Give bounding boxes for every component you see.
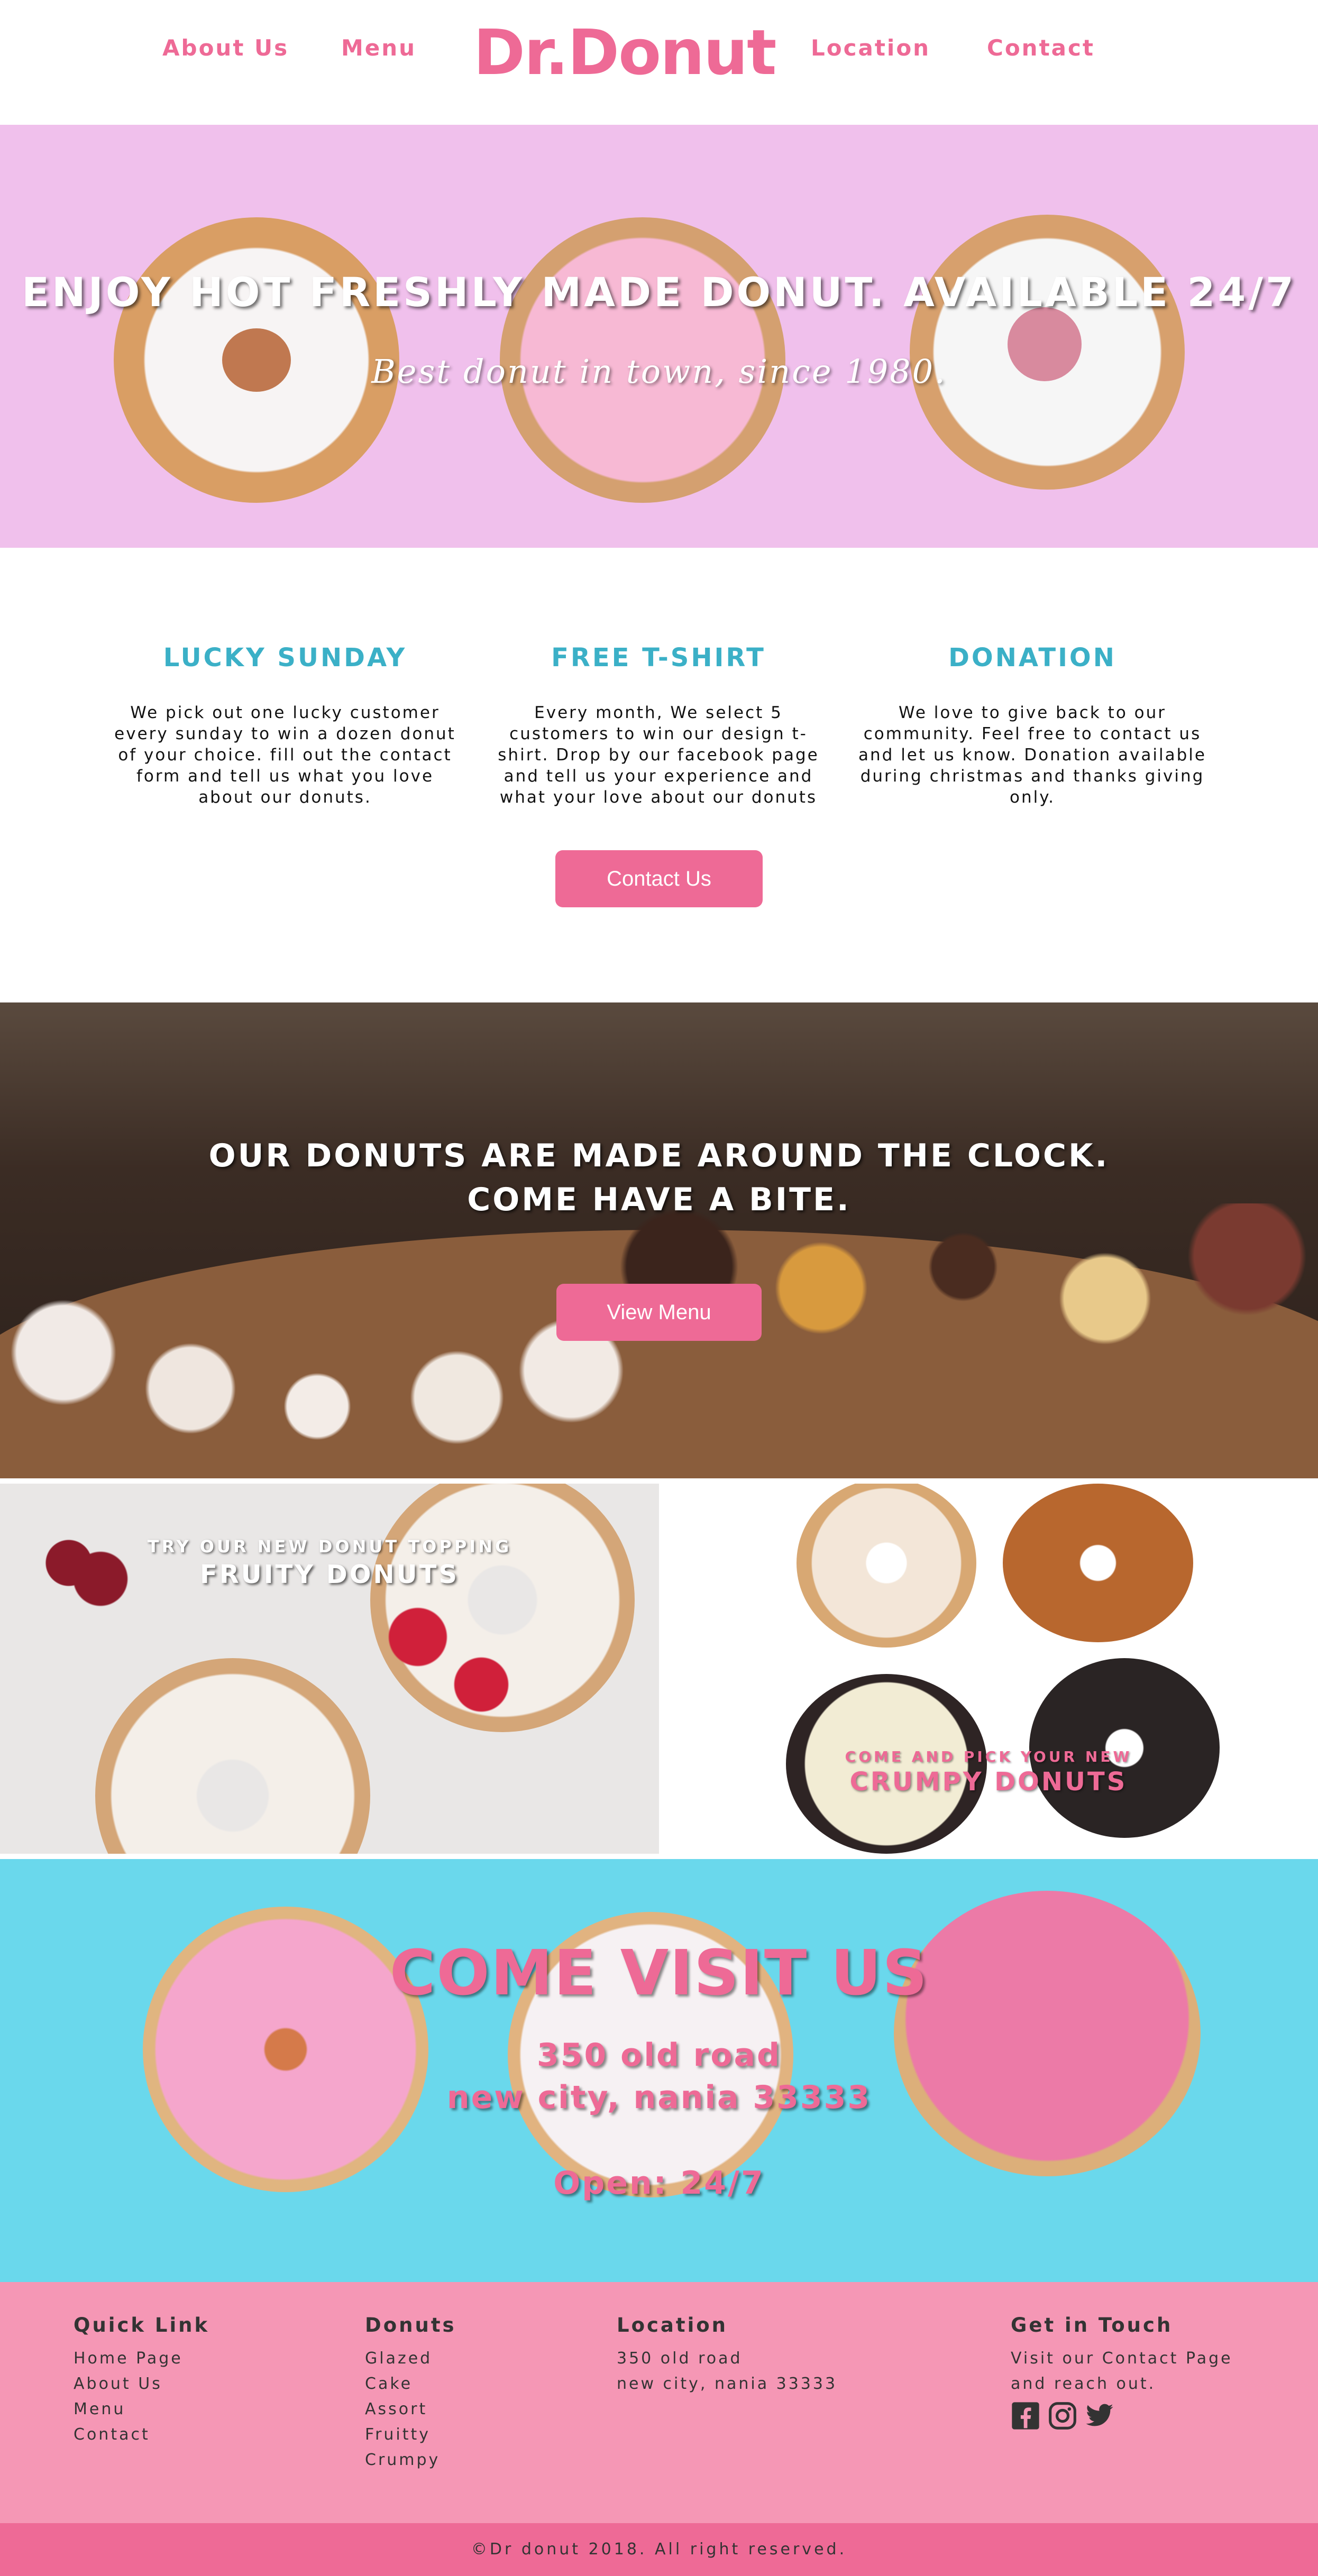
footer-link-home[interactable]: Home Page [74,2346,209,2371]
fruity-tile-title: FRUITY DONUTS [200,1560,459,1589]
footer-heading: Quick Link [74,2314,210,2336]
facebook-icon[interactable] [1011,2401,1040,2431]
footer-link-about[interactable]: About Us [74,2371,209,2397]
crumpy-tile-tagline: COME AND PICK YOUR NEW [845,1748,1132,1765]
copyright-bar: ©Dr donut 2018. All right reserved. [0,2523,1318,2576]
footer-address-line: new city, nania 33333 [617,2375,838,2393]
showcase-line-2: COME HAVE A BITE. [467,1181,851,1218]
footer-link-glazed[interactable]: Glazed [365,2346,456,2371]
feature-lucky-sunday: LUCKY SUNDAY We pick out one lucky custo… [111,643,460,808]
visit-title: COME VISIT US [389,1936,929,2009]
hero-title: ENJOY HOT FRESHLY MADE DONUT. AVAILABLE … [22,269,1296,316]
footer-heading: Location [617,2314,728,2336]
visit-hours: Open: 24/7 [553,2165,765,2202]
footer-location: Location 350 old road new city, nania 33… [617,2314,837,2397]
visit-address-line-2: new city, nania 33333 [446,2079,872,2116]
social-links [1011,2401,1233,2431]
feature-text: Every month, We select 5 customers to wi… [498,703,819,807]
footer-quick-links: Quick Link Home Page About Us Menu Conta… [74,2314,209,2448]
feature-title: FREE T-SHIRT [551,643,766,673]
footer-touch-text: and reach out. [1011,2375,1156,2393]
feature-text: We pick out one lucky customer every sun… [114,703,456,807]
top-nav: About Us Menu Dr.Donut Location Contact [0,0,1318,125]
feature-text: We love to give back to our community. F… [858,703,1206,807]
feature-title: LUCKY SUNDAY [163,643,407,673]
footer-donuts: Donuts Glazed Cake Assort Fruitty Crumpy [365,2314,456,2473]
footer-link-menu[interactable]: Menu [74,2397,209,2422]
footer-link-fruitty[interactable]: Fruitty [365,2422,456,2448]
showcase-banner: OUR DONUTS ARE MADE AROUND THE CLOCK. CO… [0,1002,1318,1478]
footer-link-cake[interactable]: Cake [365,2371,456,2397]
contact-us-button[interactable]: Contact Us [555,850,763,907]
hero-subtitle: Best donut in town, since 1980. [371,352,947,391]
nav-location[interactable]: Location [811,35,930,61]
nav-about-us[interactable]: About Us [162,35,289,61]
feature-free-tshirt: FREE T-SHIRT Every month, We select 5 cu… [484,643,833,808]
feature-title: DONATION [948,643,1116,673]
tiles-section: TRY OUR NEW DONUT TOPPING FRUITY DONUTS … [0,1484,1318,1854]
twitter-icon[interactable] [1085,2401,1114,2431]
footer-get-in-touch: Get in Touch Visit our Contact Page and … [1011,2314,1233,2431]
footer-link-contact[interactable]: Contact [74,2422,209,2448]
visit-address-line-1: 350 old road [536,2037,781,2074]
footer-address-line: 350 old road [617,2349,743,2368]
nav-menu[interactable]: Menu [341,35,416,61]
footer-link-assort[interactable]: Assort [365,2397,456,2422]
view-menu-button[interactable]: View Menu [556,1284,762,1341]
site-footer: Quick Link Home Page About Us Menu Conta… [0,2282,1318,2523]
fruity-tile-tagline: TRY OUR NEW DONUT TOPPING [147,1537,512,1557]
footer-touch-text: Visit our Contact Page [1011,2349,1233,2368]
footer-heading: Donuts [365,2314,456,2336]
footer-heading: Get in Touch [1011,2314,1173,2336]
showcase-line-1: OUR DONUTS ARE MADE AROUND THE CLOCK. [208,1137,1110,1174]
hero-banner: ENJOY HOT FRESHLY MADE DONUT. AVAILABLE … [0,125,1318,548]
crumpy-donut-tile[interactable] [659,1484,1318,1854]
features-section: LUCKY SUNDAY We pick out one lucky custo… [0,548,1318,1002]
brand-logo[interactable]: Dr.Donut [473,21,777,84]
feature-donation: DONATION We love to give back to our com… [858,643,1207,808]
footer-link-crumpy[interactable]: Crumpy [365,2448,456,2473]
crumpy-tile-title: CRUMPY DONUTS [849,1767,1128,1797]
instagram-icon[interactable] [1048,2401,1077,2431]
blueberry-donut-image [894,1891,1201,2176]
visit-us-section: COME VISIT US 350 old road new city, nan… [0,1859,1318,2282]
nav-contact[interactable]: Contact [987,35,1095,61]
